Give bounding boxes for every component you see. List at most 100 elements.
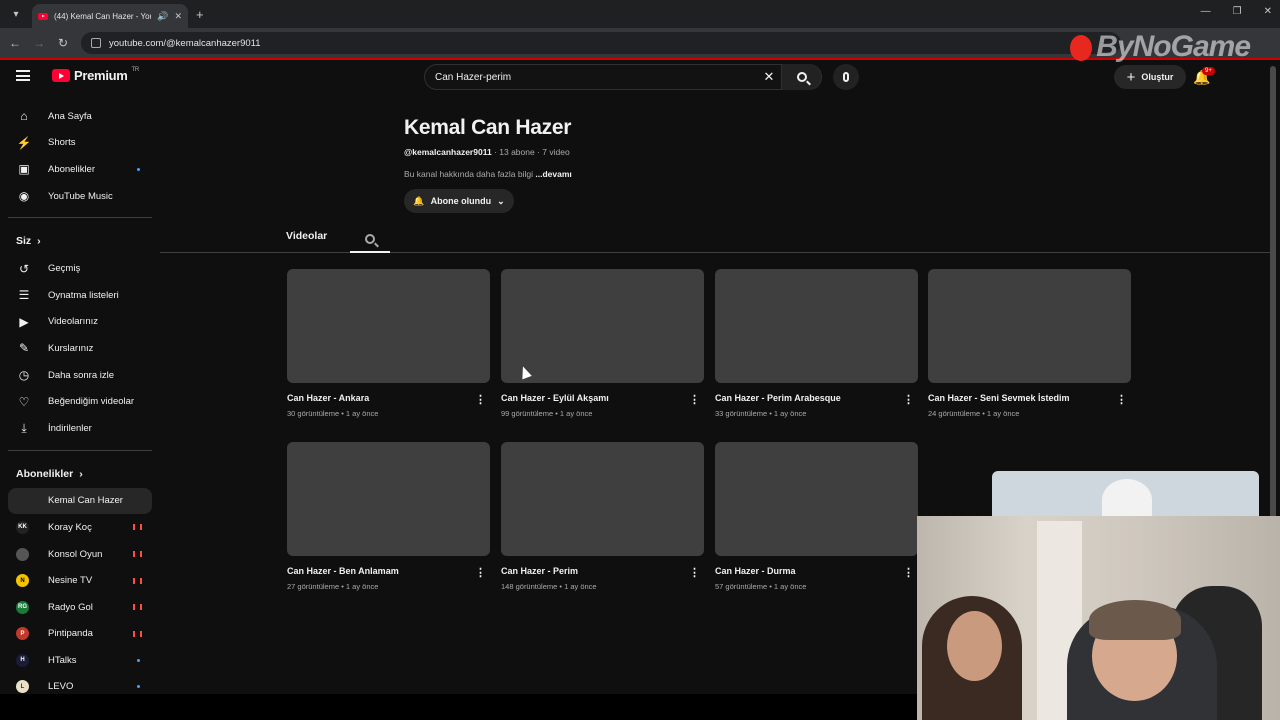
search-input[interactable]: Can Hazer-perim xyxy=(425,72,757,83)
video-card[interactable]: Can Hazer - Perim Arabesque 33 görüntülem… xyxy=(715,269,918,418)
sidebar-item-liked-videos[interactable]: ♡ Beğendiğim videolar xyxy=(8,388,152,415)
sidebar-sub-item[interactable]: H HTalks xyxy=(8,647,152,674)
more-options-icon[interactable]: ⋮ xyxy=(903,393,914,406)
channel-stats: · 13 abone · 7 video xyxy=(494,147,570,157)
sidebar-item-shorts[interactable]: ⚡ Shorts xyxy=(8,130,152,157)
sidebar-item-label: Abonelikler xyxy=(48,163,95,175)
video-title[interactable]: Can Hazer - Seni Sevmek İstedim xyxy=(928,393,1131,403)
sidebar-section-subscriptions[interactable]: Abonelikler › xyxy=(8,460,152,488)
video-thumbnail[interactable] xyxy=(715,269,918,383)
avatar: RG xyxy=(16,600,29,614)
video-card[interactable]: Can Hazer - Durma 57 görüntüleme • 1 ay ö… xyxy=(715,442,918,591)
voice-search-button[interactable] xyxy=(833,64,859,90)
close-window-icon[interactable]: ✕ xyxy=(1264,6,1272,17)
sidebar-item-youtube-music[interactable]: ◉ YouTube Music xyxy=(8,183,152,210)
sidebar-item-label: Kurslarınız xyxy=(48,342,94,354)
channel-meta: @kemalcanhazer9011 · 13 abone · 7 video xyxy=(404,147,570,157)
youtube-favicon-icon xyxy=(38,12,48,20)
more-options-icon[interactable]: ⋮ xyxy=(475,566,486,579)
sidebar-item-subscriptions[interactable]: ▣ Abonelikler xyxy=(8,156,152,183)
shorts-icon: ⚡ xyxy=(16,135,32,150)
more-options-icon[interactable]: ⋮ xyxy=(903,566,914,579)
video-card[interactable]: Can Hazer - Perim 148 görüntüleme • 1 ay … xyxy=(501,442,704,591)
more-options-icon[interactable]: ⋮ xyxy=(475,393,486,406)
video-meta: 148 görüntüleme • 1 ay önce xyxy=(501,582,597,591)
video-meta: 24 görüntüleme • 1 ay önce xyxy=(928,409,1020,418)
close-tab-icon[interactable]: ✕ xyxy=(174,11,182,22)
channel-description[interactable]: Bu kanal hakkında daha fazla bilgi ...de… xyxy=(404,169,572,179)
sidebar-item-label: Videolarınız xyxy=(48,316,98,328)
video-card[interactable]: Can Hazer - Eylül Akşamı 99 görüntüleme •… xyxy=(501,269,704,418)
courses-icon: ✎ xyxy=(18,341,30,356)
sidebar-sub-item[interactable]: Konsol Oyun xyxy=(8,541,152,568)
your-videos-icon: ▶ xyxy=(19,314,29,329)
video-thumbnail[interactable] xyxy=(287,269,490,383)
channel-tabs: Videolar xyxy=(160,224,1270,253)
sidebar-item-history[interactable]: ↺ Geçmiş xyxy=(8,255,152,282)
sidebar-item-playlists[interactable]: ☰ Oynatma listeleri xyxy=(8,282,152,309)
restore-icon[interactable]: ❐ xyxy=(1233,6,1242,17)
subscribed-label: Abone olundu xyxy=(430,196,492,206)
video-thumbnail[interactable] xyxy=(501,269,704,383)
clear-search-icon[interactable]: ✕ xyxy=(757,69,781,85)
sidebar-item-home[interactable]: ⌂ Ana Sayfa xyxy=(8,103,152,130)
video-thumbnail[interactable] xyxy=(501,442,704,556)
video-meta: 27 görüntüleme • 1 ay önce xyxy=(287,582,379,591)
sidebar-item-watch-later[interactable]: ◷ Daha sonra izle xyxy=(8,362,152,389)
sidebar-sub-item[interactable]: N Nesine TV xyxy=(8,567,152,594)
live-icon xyxy=(133,604,142,611)
create-button[interactable]: + Oluştur xyxy=(1114,65,1186,89)
tab-videos[interactable]: Videolar xyxy=(286,230,327,242)
sidebar-sub-item[interactable]: RG Radyo Gol xyxy=(8,594,152,621)
more-options-icon[interactable]: ⋮ xyxy=(689,393,700,406)
create-label: Oluştur xyxy=(1141,72,1174,82)
sidebar-item-label: YouTube Music xyxy=(48,190,113,202)
subscribed-button[interactable]: 🔔 Abone olundu ⌄ xyxy=(404,189,514,213)
video-title[interactable]: Can Hazer - Ankara xyxy=(287,393,490,403)
video-thumbnail[interactable] xyxy=(287,442,490,556)
search-button[interactable] xyxy=(781,64,821,90)
forward-arrow-icon[interactable]: → xyxy=(27,36,51,50)
back-arrow-icon[interactable]: ← xyxy=(3,36,27,50)
menu-icon[interactable] xyxy=(16,70,30,81)
address-bar[interactable]: youtube.com/@kemalcanhazer9011 xyxy=(81,32,1121,54)
sidebar-sub-item[interactable]: P Pintipanda xyxy=(8,621,152,648)
more-options-icon[interactable]: ⋮ xyxy=(689,566,700,579)
sidebar-sub-item[interactable]: Kemal Can Hazer xyxy=(8,487,152,515)
more-options-icon[interactable]: ⋮ xyxy=(1116,393,1127,406)
reload-icon[interactable]: ↻ xyxy=(51,36,75,50)
video-title[interactable]: Can Hazer - Eylül Akşamı xyxy=(501,393,704,403)
video-card[interactable]: Can Hazer - Ankara 30 görüntüleme • 1 ay … xyxy=(287,269,490,418)
youtube-premium-logo[interactable]: Premium TR xyxy=(52,67,139,83)
tab-search[interactable] xyxy=(350,227,390,253)
video-title[interactable]: Can Hazer - Ben Anlamam xyxy=(287,566,490,576)
watch-later-icon: ◷ xyxy=(18,368,30,383)
sidebar-sub-item[interactable]: KK Koray Koç xyxy=(8,514,152,541)
tab-search-menu-icon[interactable]: ▾ xyxy=(4,4,28,24)
sidebar-item-label: Beğendiğim videolar xyxy=(48,396,135,408)
site-info-icon[interactable] xyxy=(91,38,101,48)
new-tab-button[interactable]: + xyxy=(196,7,204,22)
description-more-link[interactable]: ...devamı xyxy=(535,169,571,179)
browser-tab[interactable]: (44) Kemal Can Hazer - You 🔊 ✕ xyxy=(32,4,188,28)
liked-icon: ♡ xyxy=(18,394,30,409)
video-title[interactable]: Can Hazer - Durma xyxy=(715,566,918,576)
music-icon: ◉ xyxy=(18,189,30,204)
live-icon xyxy=(133,524,142,531)
sidebar-item-your-videos[interactable]: ▶ Videolarınız xyxy=(8,309,152,336)
video-thumbnail[interactable] xyxy=(715,442,918,556)
video-title[interactable]: Can Hazer - Perim xyxy=(501,566,704,576)
sidebar-item-downloads[interactable]: ⤓ İndirilenler xyxy=(8,415,152,442)
sidebar-section-you[interactable]: Siz › xyxy=(8,227,152,255)
video-card[interactable]: Can Hazer - Seni Sevmek İstedim 24 görünt… xyxy=(928,269,1131,418)
video-thumbnail[interactable] xyxy=(928,269,1131,383)
video-card[interactable]: Can Hazer - Ben Anlamam 27 görüntüleme • … xyxy=(287,442,490,591)
speaker-icon[interactable]: 🔊 xyxy=(157,11,168,22)
video-title[interactable]: Can Hazer - Perim Arabesque xyxy=(715,393,918,403)
sidebar-item-courses[interactable]: ✎ Kurslarınız xyxy=(8,335,152,362)
live-icon xyxy=(133,551,142,558)
avatar xyxy=(16,547,29,561)
minimize-icon[interactable]: — xyxy=(1201,6,1211,17)
sidebar-item-label: Pintipanda xyxy=(48,628,93,640)
search-box: Can Hazer-perim ✕ xyxy=(424,64,822,90)
